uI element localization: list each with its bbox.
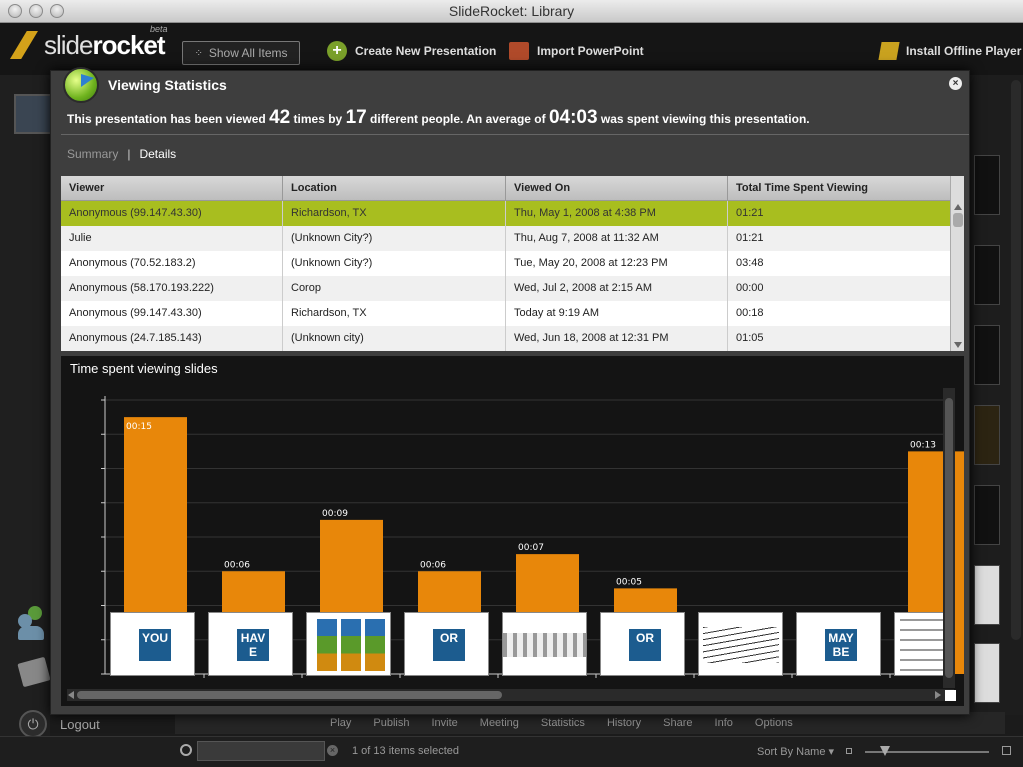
users-icon[interactable]	[18, 606, 48, 640]
scroll-thumb[interactable]	[945, 398, 953, 678]
chart-vertical-scrollbar[interactable]	[943, 388, 955, 688]
sort-by-dropdown[interactable]: Sort By Name ▾	[757, 745, 834, 758]
bar-value-label: 00:13	[910, 440, 936, 450]
tab-summary[interactable]: Summary	[67, 147, 118, 161]
table-scrollbar[interactable]	[950, 176, 964, 351]
library-thumbnail[interactable]	[974, 325, 1000, 385]
zoom-large-icon	[1002, 746, 1011, 755]
install-offline-player-button[interactable]: Install Offline Player	[878, 41, 1021, 61]
powerpoint-icon	[509, 42, 529, 60]
scroll-up-arrow-icon[interactable]	[954, 204, 962, 210]
table-row[interactable]: Anonymous (70.52.183.2) (Unknown City?) …	[61, 251, 964, 276]
slide-thumbnail[interactable]: YOU	[110, 612, 195, 676]
scroll-down-arrow-icon[interactable]	[954, 342, 962, 348]
chart-horizontal-scrollbar[interactable]	[67, 689, 954, 701]
table-row[interactable]: Anonymous (24.7.185.143) (Unknown city) …	[61, 326, 964, 351]
table-row[interactable]: Anonymous (99.147.43.30) Richardson, TX …	[61, 201, 964, 226]
search-icon	[180, 744, 192, 756]
search-input[interactable]	[197, 741, 325, 761]
bar-value-label: 00:06	[224, 560, 250, 570]
library-thumbnail[interactable]	[974, 245, 1000, 305]
show-all-items-button[interactable]: ⁘ Show All Items	[182, 41, 300, 65]
scroll-thumb[interactable]	[77, 691, 502, 699]
slide-thumbnail[interactable]	[698, 612, 783, 676]
logout-link[interactable]: Logout	[60, 717, 100, 732]
dialog-title: Viewing Statistics	[108, 77, 227, 93]
library-thumbnail[interactable]	[974, 155, 1000, 215]
table-row[interactable]: Julie (Unknown City?) Thu, Aug 7, 2008 a…	[61, 226, 964, 251]
tab-details[interactable]: Details	[139, 147, 176, 161]
view-count: 42	[269, 107, 291, 128]
meeting-button[interactable]: Meeting	[480, 717, 519, 729]
scroll-corner	[945, 690, 956, 701]
column-header-location[interactable]: Location	[283, 176, 506, 200]
info-button[interactable]: Info	[715, 717, 733, 729]
presentation-thumbnail[interactable]	[14, 94, 52, 134]
slide-thumbnail[interactable]	[306, 612, 391, 676]
table-row[interactable]: Anonymous (99.147.43.30) Richardson, TX …	[61, 301, 964, 326]
library-scrollbar[interactable]	[1011, 80, 1021, 640]
library-thumbnail[interactable]	[974, 405, 1000, 465]
library-thumbnail[interactable]	[974, 485, 1000, 545]
slide-time-chart-panel: Time spent viewing slides 00:15 00:06 00:0…	[61, 356, 964, 706]
table-row[interactable]: Anonymous (58.170.193.222) Corop Wed, Ju…	[61, 276, 964, 301]
create-new-presentation-button[interactable]: + Create New Presentation	[327, 41, 496, 61]
offline-player-icon	[878, 42, 900, 60]
viewer-count: 17	[345, 107, 367, 128]
viewers-table: Viewer Location Viewed On Total Time Spe…	[61, 176, 964, 351]
logo-beta-badge: beta	[150, 24, 168, 34]
bar-value-label: 00:05	[616, 577, 642, 587]
statistics-pie-icon	[63, 67, 99, 103]
dialog-close-button[interactable]: ×	[949, 77, 962, 90]
viewing-statistics-dialog: Viewing Statistics × This presentation h…	[50, 67, 970, 715]
scroll-right-arrow-icon[interactable]	[935, 691, 941, 699]
library-thumbnail[interactable]	[974, 643, 1000, 703]
table-body: Anonymous (99.147.43.30) Richardson, TX …	[61, 201, 964, 351]
summary-sentence: This presentation has been viewed 42 tim…	[67, 107, 810, 128]
bar-value-label: 00:09	[322, 509, 348, 519]
statistics-button[interactable]: Statistics	[541, 717, 585, 729]
column-header-total-time[interactable]: Total Time Spent Viewing	[728, 176, 950, 200]
clear-search-icon[interactable]: ×	[327, 745, 338, 756]
scroll-left-arrow-icon[interactable]	[68, 691, 74, 699]
column-header-viewer[interactable]: Viewer	[61, 176, 283, 200]
table-header: Viewer Location Viewed On Total Time Spe…	[61, 176, 964, 201]
publish-button[interactable]: Publish	[373, 717, 409, 729]
slide-thumbnail[interactable]: OR	[404, 612, 489, 676]
import-powerpoint-button[interactable]: Import PowerPoint	[509, 41, 644, 61]
dots-icon: ⁘	[194, 47, 203, 59]
divider	[61, 134, 969, 135]
play-button[interactable]: Play	[330, 717, 351, 729]
share-button[interactable]: Share	[663, 717, 692, 729]
options-button[interactable]: Options	[755, 717, 793, 729]
zoom-small-icon	[846, 748, 852, 754]
power-icon[interactable]: ⏻	[19, 710, 47, 738]
average-time: 04:03	[548, 107, 598, 128]
slide-thumbnail[interactable]: MAY BE	[796, 612, 881, 676]
tab-bar: Summary | Details	[67, 147, 177, 161]
slide-thumbnail[interactable]	[894, 612, 946, 676]
presentation-toolbar: Play Publish Invite Meeting Statistics H…	[175, 712, 1005, 734]
window-titlebar: SlideRocket: Library	[0, 0, 1023, 23]
library-thumbnail[interactable]	[974, 565, 1000, 625]
invite-button[interactable]: Invite	[431, 717, 457, 729]
slide-thumbnail[interactable]: OR	[600, 612, 685, 676]
column-header-viewed-on[interactable]: Viewed On	[506, 176, 728, 200]
bar-value-label: 00:15	[126, 422, 152, 432]
window-title: SlideRocket: Library	[448, 3, 575, 19]
bar-value-label: 00:07	[518, 543, 544, 553]
selection-count: 1 of 13 items selected	[352, 745, 460, 757]
slide-thumbnail[interactable]: HAV E	[208, 612, 293, 676]
rocket-icon	[10, 31, 38, 59]
slide-thumbnail[interactable]	[502, 612, 587, 676]
history-button[interactable]: History	[607, 717, 641, 729]
plus-icon: +	[327, 41, 347, 61]
sliderocket-logo: sliderocket	[10, 27, 166, 63]
scroll-thumb[interactable]	[953, 213, 963, 227]
bar-value-label: 00:06	[420, 560, 446, 570]
